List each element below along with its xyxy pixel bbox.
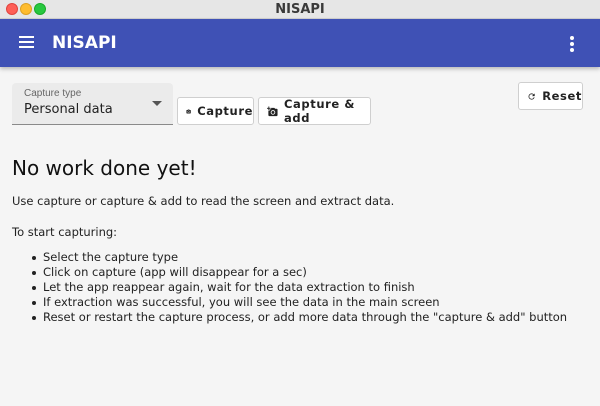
steps-list: Select the capture type Click on capture…	[31, 250, 568, 325]
hamburger-icon[interactable]	[19, 36, 35, 50]
capture-type-value: Personal data	[24, 102, 113, 117]
window-titlebar: NISAPI	[0, 0, 600, 19]
capture-button-label: Capture	[197, 104, 253, 118]
start-capturing-text: To start capturing:	[12, 225, 118, 239]
capture-type-label: Capture type	[24, 88, 82, 99]
list-item: Reset or restart the capture process, or…	[31, 310, 568, 324]
dropdown-arrow-icon	[152, 101, 162, 106]
list-item: Let the app reappear again, wait for the…	[31, 280, 567, 295]
reset-button[interactable]: Reset	[518, 82, 583, 110]
list-item: Select the capture type	[31, 250, 567, 265]
add-camera-icon	[267, 105, 278, 116]
empty-state-heading: No work done yet!	[12, 156, 197, 180]
app-bar: NISAPI	[0, 19, 600, 67]
app-window: NISAPI NISAPI Capture type Personal data…	[0, 0, 600, 406]
reset-button-label: Reset	[542, 89, 582, 103]
intro-text: Use capture or capture & add to read the…	[12, 194, 395, 208]
refresh-icon	[528, 92, 535, 100]
capture-type-select[interactable]: Capture type Personal data	[12, 83, 173, 125]
list-item: If extraction was successful, you will s…	[31, 295, 567, 310]
camera-icon	[186, 109, 191, 113]
capture-add-button[interactable]: Capture & add	[258, 97, 371, 125]
capture-button[interactable]: Capture	[177, 97, 254, 125]
window-title: NISAPI	[275, 2, 325, 17]
list-item: Click on capture (app will disappear for…	[31, 265, 567, 280]
app-title: NISAPI	[52, 33, 117, 53]
more-vert-icon[interactable]	[566, 36, 578, 52]
capture-add-button-label: Capture & add	[284, 97, 356, 125]
